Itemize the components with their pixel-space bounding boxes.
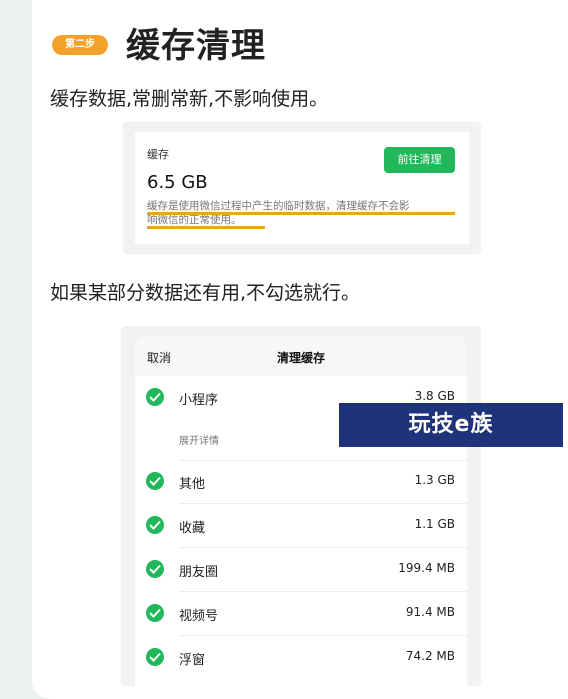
item-size: 1.1 GB <box>414 517 455 531</box>
section-title: 缓存清理 <box>126 26 266 66</box>
cache-size: 6.5 GB <box>147 172 208 193</box>
clean-cache-screenshot: 取消 清理缓存 小程序 3.8 GB 展开详情 其他 1.3 GB 收藏 1.1… <box>121 326 481 686</box>
sheet-header: 取消 清理缓存 <box>135 336 467 376</box>
check-icon[interactable] <box>146 388 164 406</box>
cache-item-row[interactable]: 浮窗 74.2 MB <box>135 636 467 680</box>
clean-cache-sheet: 取消 清理缓存 小程序 3.8 GB 展开详情 其他 1.3 GB 收藏 1.1… <box>135 336 467 686</box>
cache-item-row[interactable]: 视频号 91.4 MB <box>135 592 467 636</box>
item-size: 3.8 GB <box>414 389 455 403</box>
check-icon[interactable] <box>146 648 164 666</box>
item-size: 1.3 GB <box>414 473 455 487</box>
item-name: 小程序 <box>179 393 219 408</box>
cache-label: 缓存 <box>147 148 169 161</box>
check-icon[interactable] <box>146 560 164 578</box>
check-icon[interactable] <box>146 604 164 622</box>
item-name: 收藏 <box>179 521 206 536</box>
cache-desc-line-2: 响微信的正常使用。 <box>147 214 242 226</box>
check-icon[interactable] <box>146 472 164 490</box>
cache-item-row[interactable]: 收藏 1.1 GB <box>135 504 467 548</box>
item-name: 朋友圈 <box>179 565 219 580</box>
item-name: 浮窗 <box>179 653 206 668</box>
highlight-underline-2 <box>147 226 265 229</box>
cache-card: 缓存 6.5 GB 前往清理 缓存是使用微信过程中产生的临时数据，清理缓存不会影… <box>135 132 469 244</box>
item-size: 74.2 MB <box>405 649 455 663</box>
watermark-logo: 玩技e族 <box>339 403 563 447</box>
highlight-underline-1 <box>147 212 455 215</box>
sheet-title: 清理缓存 <box>276 351 325 365</box>
intro-text: 缓存数据,常删常新,不影响使用。 <box>50 88 329 110</box>
go-clean-button[interactable]: 前往清理 <box>384 147 455 173</box>
item-name: 其他 <box>179 477 206 492</box>
step-badge: 第二步 <box>52 35 108 55</box>
cache-item-row[interactable]: 其他 1.3 GB <box>135 460 467 504</box>
expand-details-link[interactable]: 展开详情 <box>179 432 219 447</box>
item-size: 199.4 MB <box>398 561 455 575</box>
item-size: 91.4 MB <box>405 605 455 619</box>
cache-item-row[interactable]: 朋友圈 199.4 MB <box>135 548 467 592</box>
item-name: 视频号 <box>179 609 219 624</box>
tip-text: 如果某部分数据还有用,不勾选就行。 <box>50 282 361 304</box>
cache-screenshot: 缓存 6.5 GB 前往清理 缓存是使用微信过程中产生的临时数据，清理缓存不会影… <box>123 122 481 254</box>
cache-desc-line-1: 缓存是使用微信过程中产生的临时数据，清理缓存不会影 <box>147 200 410 212</box>
check-icon[interactable] <box>146 516 164 534</box>
